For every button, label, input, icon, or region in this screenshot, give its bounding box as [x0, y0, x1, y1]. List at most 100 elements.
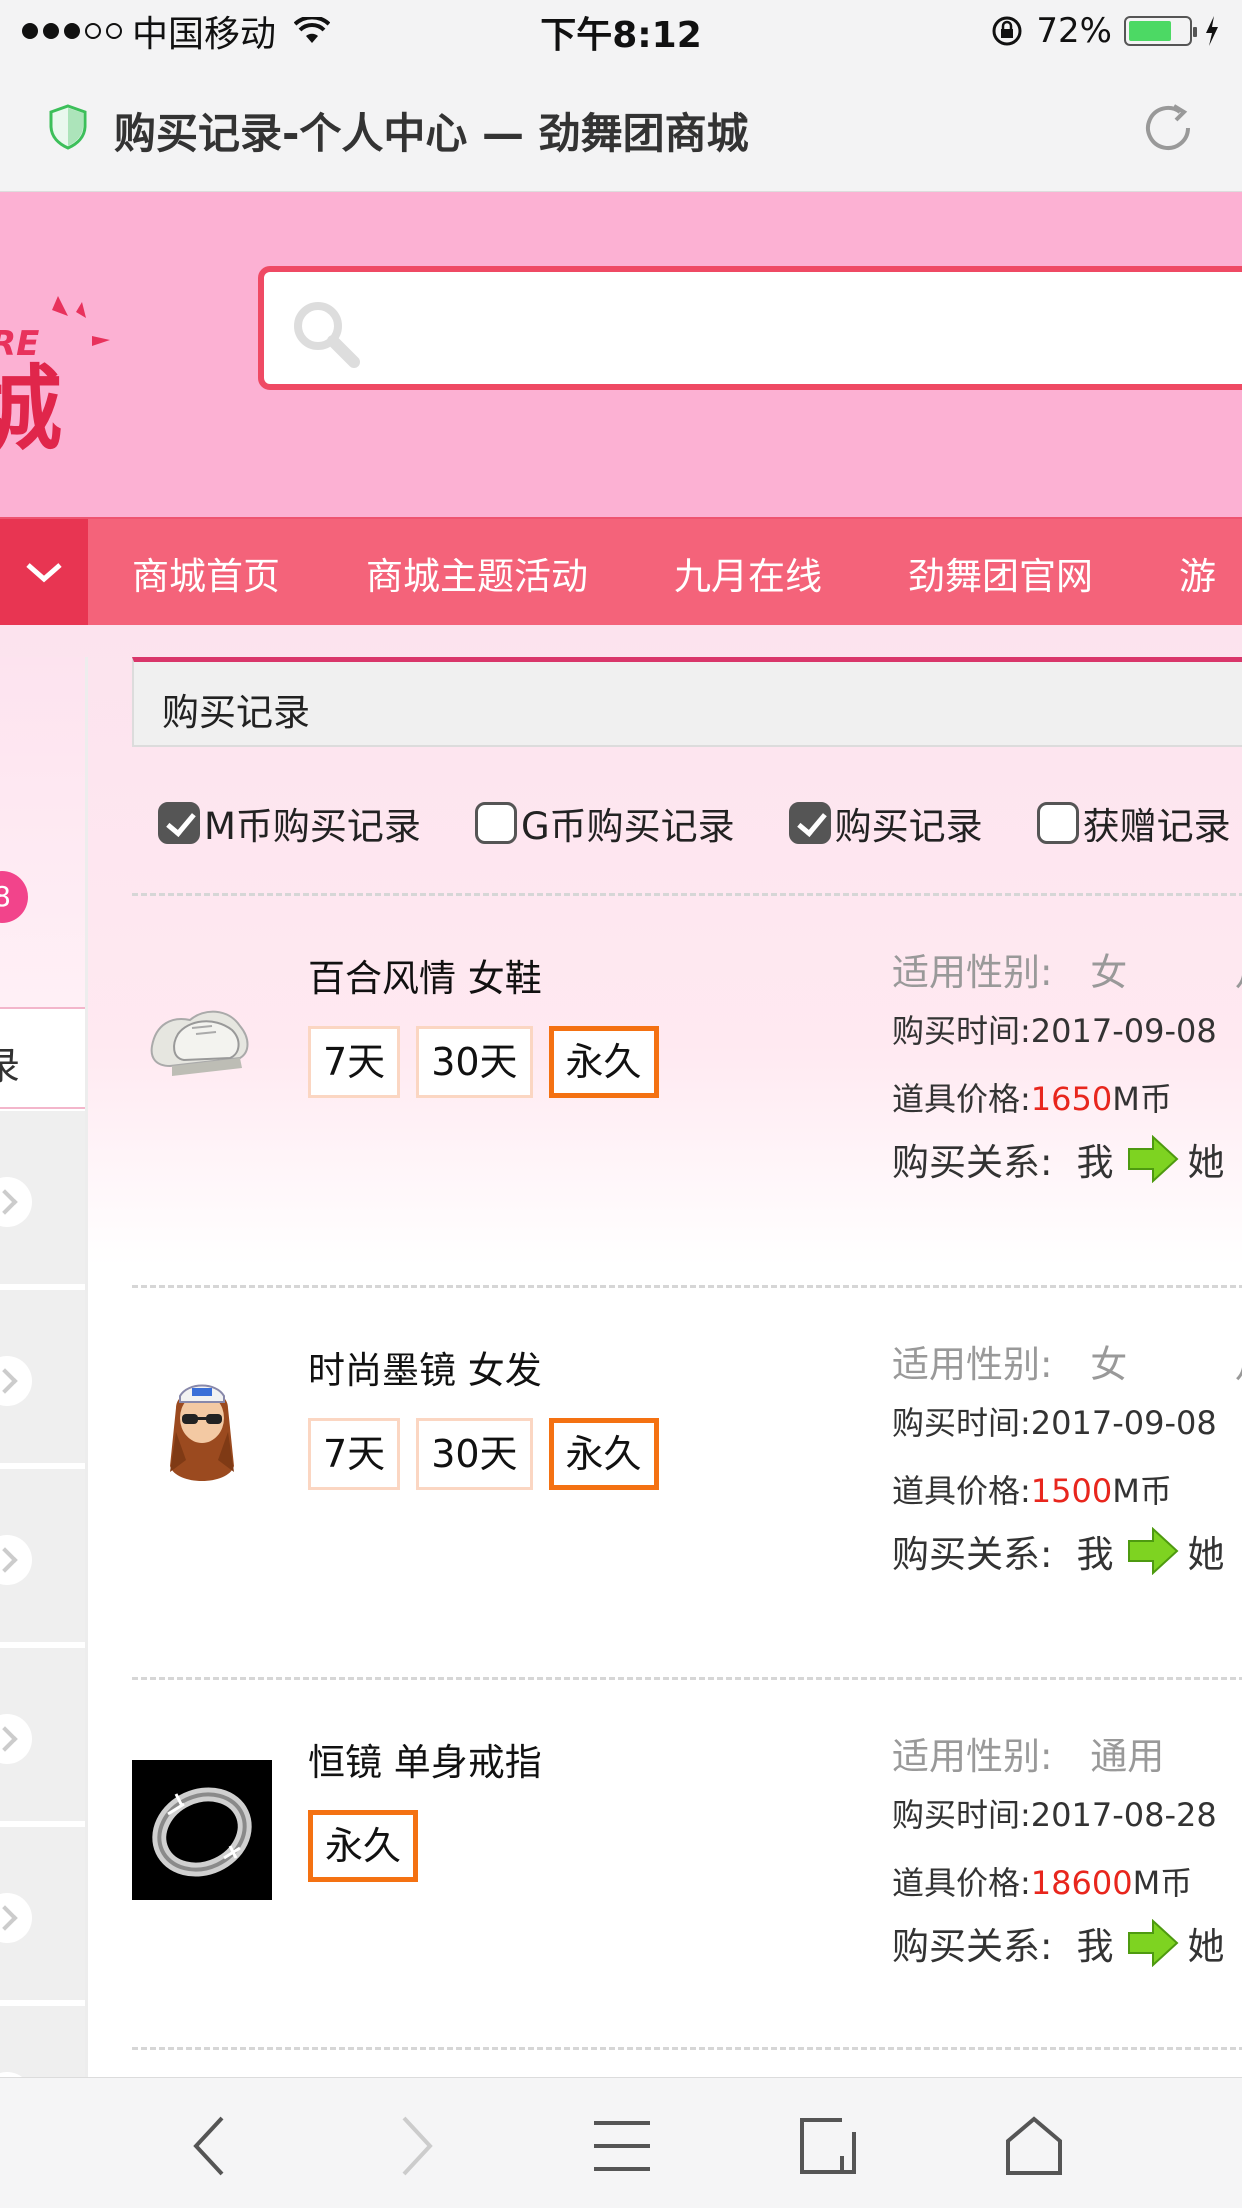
logo-sparkle-icon — [52, 296, 110, 346]
relation-buyer: 我 — [1076, 1533, 1114, 1576]
battery-icon — [1124, 16, 1197, 46]
sidebar-item[interactable] — [0, 1648, 85, 1824]
chevron-right-icon — [0, 1893, 32, 1943]
gender-row: 适用性别: 女 月 — [892, 1334, 1242, 1388]
sidebar-item[interactable] — [0, 1111, 85, 1287]
filter-purchase[interactable]: 购买记录 — [788, 796, 983, 850]
menu-icon — [594, 2121, 650, 2171]
nav-item-home[interactable]: 商城首页 — [132, 546, 280, 600]
chevron-right-icon — [0, 1356, 32, 1406]
item-thumbnail-hair[interactable] — [132, 1362, 272, 1502]
site-search-input[interactable] — [258, 266, 1242, 390]
nav-item-theme-events[interactable]: 商城主题活动 — [366, 546, 588, 600]
secure-shield-icon — [49, 104, 87, 150]
duration-7-days[interactable]: 7天 — [308, 1026, 401, 1098]
chevron-right-icon — [0, 1177, 32, 1227]
arrow-right-icon — [1128, 1135, 1179, 1183]
nav-items: 商城首页 商城主题活动 九月在线 劲舞团官网 游 — [132, 519, 1242, 625]
relation-label: 购买关系: — [892, 1533, 1053, 1576]
checkbox-purchase[interactable] — [788, 802, 831, 844]
relation-recipient: 她 — [1187, 1925, 1225, 1968]
nav-item-official-site[interactable]: 劲舞团官网 — [908, 546, 1093, 600]
gender-value: 女 — [1090, 951, 1128, 994]
sidebar-item[interactable] — [0, 1827, 85, 2003]
relation-buyer: 我 — [1076, 1141, 1114, 1184]
section-title: 购买记录 — [162, 691, 310, 734]
filter-g-coin[interactable]: G币购买记录 — [474, 796, 735, 850]
duration-30-days[interactable]: 30天 — [416, 1026, 533, 1098]
relation-row: 购买关系: 我 她 — [892, 1132, 1224, 1186]
battery-level — [1129, 21, 1171, 41]
gender-value: 通用 — [1090, 1735, 1165, 1778]
price-currency: M币 — [1112, 1080, 1172, 1118]
item-name[interactable]: 恒镜 单身戒指 — [308, 1732, 542, 1786]
browser-url-bar[interactable]: 购买记录-个人中心 — 劲舞团商城 — [0, 62, 1242, 192]
battery-percent: 72% — [1036, 11, 1112, 51]
arrow-right-icon — [1128, 1527, 1179, 1575]
gender-label: 适用性别: — [892, 951, 1053, 994]
chevron-right-icon — [402, 2116, 433, 2176]
duration-options: 永久 — [308, 1810, 419, 1882]
reload-icon[interactable] — [1138, 98, 1198, 158]
time-label: 购买时间: — [892, 1796, 1031, 1834]
time-row: 购买时间:2017-09-08 — [892, 1006, 1217, 1052]
purchase-record: 时尚墨镜 女发 7天 30天 永久 适用性别: 女 月 购买时间:2017-09… — [132, 1285, 1242, 1677]
duration-permanent[interactable]: 永久 — [548, 1026, 659, 1098]
site-logo[interactable]: RE 城 — [0, 252, 110, 456]
home-button[interactable] — [994, 2106, 1074, 2186]
record-divider — [132, 2047, 1242, 2077]
relation-label: 购买关系: — [892, 1141, 1053, 1184]
forward-button[interactable] — [376, 2106, 456, 2186]
item-thumbnail-ring[interactable] — [132, 1760, 272, 1900]
time-value: 2017-09-08 — [1030, 1404, 1217, 1442]
home-icon — [1006, 2116, 1062, 2175]
nav-item-game[interactable]: 游 — [1179, 546, 1216, 600]
sidebar-item-selected[interactable]: 录 — [0, 1007, 85, 1109]
back-button[interactable] — [170, 2106, 250, 2186]
relation-label: 购买关系: — [892, 1925, 1053, 1968]
relation-recipient: 她 — [1187, 1533, 1225, 1576]
arrow-right-icon — [1128, 1919, 1179, 1967]
checkbox-g-coin[interactable] — [474, 802, 517, 844]
main-content: 8 录 购买记录 M币购买记录 G币购买记录 购买记录 获赠记录 百合风情 女鞋… — [0, 625, 1242, 2077]
relation-row: 购买关系: 我 她 — [892, 1916, 1224, 1970]
item-thumbnail-shoes[interactable] — [132, 968, 272, 1108]
main-nav: 商城首页 商城主题活动 九月在线 劲舞团官网 游 — [0, 517, 1242, 625]
item-name[interactable]: 时尚墨镜 女发 — [308, 1340, 542, 1394]
sidebar-item[interactable] — [0, 2006, 85, 2077]
duration-permanent[interactable]: 永久 — [308, 1810, 419, 1882]
sidebar-item[interactable] — [0, 1469, 85, 1645]
filter-label: 购买记录 — [834, 805, 983, 848]
gender-label: 适用性别: — [892, 1735, 1053, 1778]
filter-gift[interactable]: 获赠记录 — [1036, 796, 1231, 850]
chevron-right-icon — [0, 1535, 32, 1585]
purchase-record: 恒镜 单身戒指 永久 适用性别: 通用 购买时间:2017-08-28 道具价格… — [132, 1677, 1242, 2069]
menu-button[interactable] — [582, 2106, 662, 2186]
sidebar-item-label: 录 — [0, 1044, 21, 1088]
gender-extra: 月 — [1235, 1343, 1242, 1386]
time-row: 购买时间:2017-09-08 — [892, 1398, 1217, 1444]
checkbox-gift[interactable] — [1036, 802, 1079, 844]
sidebar-item[interactable] — [0, 1290, 85, 1466]
duration-7-days[interactable]: 7天 — [308, 1418, 401, 1490]
gender-row: 适用性别: 通用 — [892, 1726, 1164, 1780]
relation-buyer: 我 — [1076, 1925, 1114, 1968]
duration-30-days[interactable]: 30天 — [416, 1418, 533, 1490]
filter-m-coin[interactable]: M币购买记录 — [158, 796, 421, 850]
chevron-right-icon — [0, 1714, 32, 1764]
item-name[interactable]: 百合风情 女鞋 — [308, 948, 542, 1002]
orientation-lock-icon — [992, 16, 1022, 46]
nav-menu-toggle[interactable] — [0, 519, 88, 625]
relation-row: 购买关系: 我 她 — [892, 1524, 1224, 1578]
tabs-button[interactable] — [788, 2106, 868, 2186]
nav-item-jiuyue-online[interactable]: 九月在线 — [674, 546, 822, 600]
price-currency: M币 — [1132, 1864, 1193, 1902]
time-value: 2017-09-08 — [1030, 1012, 1217, 1050]
filter-label: G币购买记录 — [520, 805, 735, 848]
filter-label: M币购买记录 — [204, 805, 421, 848]
search-icon[interactable] — [288, 296, 362, 370]
duration-permanent[interactable]: 永久 — [548, 1418, 659, 1490]
price-value: 1500 — [1030, 1472, 1113, 1510]
gender-label: 适用性别: — [892, 1343, 1053, 1386]
checkbox-m-coin[interactable] — [158, 802, 200, 844]
